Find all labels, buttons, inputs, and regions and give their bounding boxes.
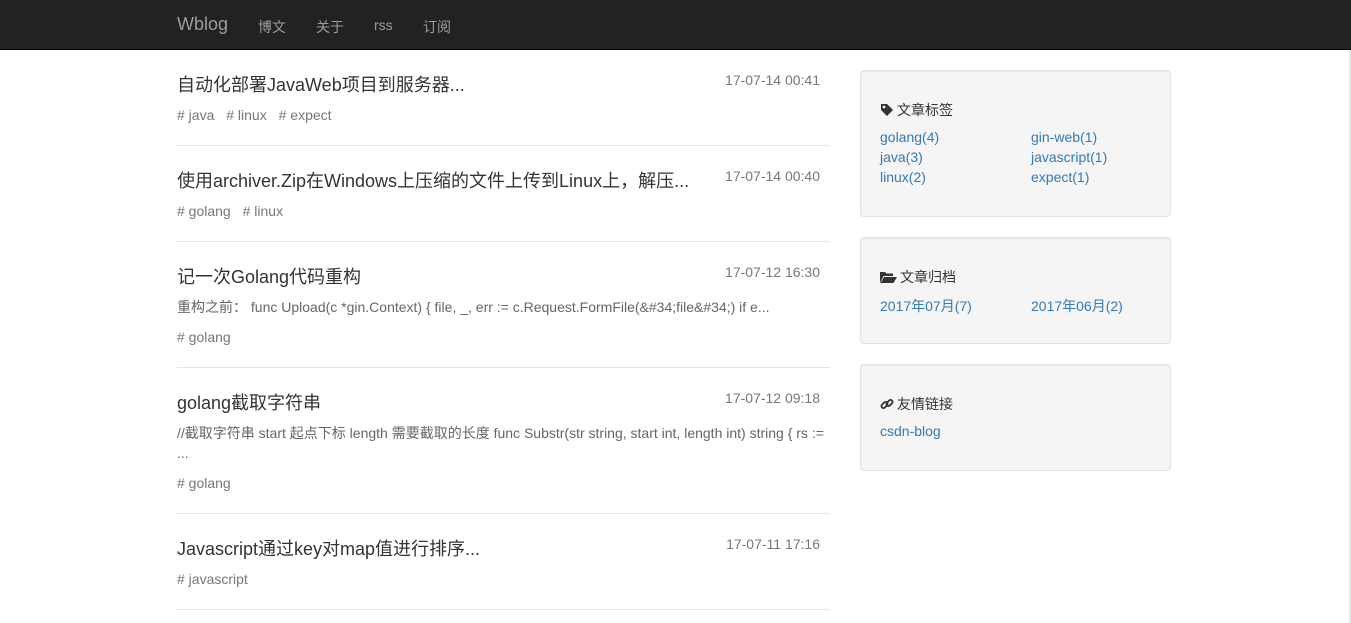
post-date: 17-07-11 17:16 [726, 536, 820, 552]
tag-cloud-link[interactable]: javascript(1) [1031, 149, 1107, 165]
tag-link[interactable]: # expect [279, 107, 332, 123]
post-tags: # golang [177, 329, 239, 345]
links-panel-heading: 友情链接 [880, 394, 953, 414]
tag-link[interactable]: # java [177, 107, 214, 123]
nav-link-about[interactable]: 关于 [316, 17, 344, 37]
tag-cloud-link[interactable]: gin-web(1) [1031, 129, 1097, 145]
post-title[interactable]: golang截取字符串 [177, 389, 321, 415]
post-title[interactable]: 使用archiver.Zip在Windows上压缩的文件上传到Linux上，解压… [177, 167, 689, 193]
tags-panel-title: 文章标签 [897, 102, 953, 118]
post-excerpt: 重构之前： func Upload(c *gin.Context) { file… [177, 299, 770, 315]
post-item: 使用archiver.Zip在Windows上压缩的文件上传到Linux上，解压… [177, 146, 830, 242]
post-tags: # javascript [177, 571, 256, 587]
nav-link-rss[interactable]: rss [374, 17, 393, 33]
post-tags: # java # linux # expect [177, 107, 340, 123]
tag-icon [881, 104, 893, 116]
links-panel: 友情链接 csdn-blog [860, 364, 1171, 471]
post-tags: # golang [177, 475, 239, 491]
archive-panel-title: 文章归档 [900, 269, 956, 285]
tag-link[interactable]: # golang [177, 329, 231, 345]
nav-link-subscribe[interactable]: 订阅 [423, 17, 451, 37]
tag-link[interactable]: # linux [243, 203, 283, 219]
archive-panel-heading: 文章归档 [880, 267, 956, 287]
post-tags: # golang # linux [177, 203, 291, 219]
archive-link[interactable]: 2017年07月(7) [880, 296, 972, 316]
tag-link[interactable]: # golang [177, 203, 231, 219]
friend-link[interactable]: csdn-blog [880, 423, 941, 439]
post-title[interactable]: Javascript通过key对map值进行排序... [177, 535, 480, 561]
tags-panel-heading: 文章标签 [880, 100, 953, 120]
post-date: 17-07-14 00:40 [725, 168, 820, 184]
post-item: 记一次Golang代码重构 17-07-12 16:30 重构之前： func … [177, 242, 830, 368]
nav-link-posts[interactable]: 博文 [258, 17, 286, 37]
post-item: golang截取字符串 17-07-12 09:18 //截取字符串 start… [177, 368, 830, 514]
post-title[interactable]: 记一次Golang代码重构 [177, 263, 361, 289]
post-date: 17-07-12 09:18 [725, 390, 820, 406]
archive-link[interactable]: 2017年06月(2) [1031, 296, 1123, 316]
post-date: 17-07-14 00:41 [725, 72, 820, 88]
post-excerpt: //截取字符串 start 起点下标 length 需要截取的长度 func S… [177, 425, 824, 461]
tag-cloud-link[interactable]: expect(1) [1031, 169, 1089, 185]
tag-link[interactable]: # javascript [177, 571, 248, 587]
navbar: Wblog 博文 关于 rss 订阅 [0, 0, 1351, 50]
post-list: 自动化部署JavaWeb项目到服务器... 17-07-14 00:41 # j… [177, 50, 830, 610]
link-icon [880, 399, 894, 409]
tag-cloud-link[interactable]: golang(4) [880, 129, 939, 145]
post-item: 自动化部署JavaWeb项目到服务器... 17-07-14 00:41 # j… [177, 50, 830, 146]
archive-panel: 文章归档 2017年07月(7) 2017年06月(2) [860, 237, 1171, 344]
tag-cloud-link[interactable]: linux(2) [880, 169, 926, 185]
folder-open-icon [880, 272, 897, 283]
post-date: 17-07-12 16:30 [725, 264, 820, 280]
post-title[interactable]: 自动化部署JavaWeb项目到服务器... [177, 71, 465, 97]
brand-link[interactable]: Wblog [177, 14, 228, 35]
post-item: Javascript通过key对map值进行排序... 17-07-11 17:… [177, 514, 830, 610]
tag-link[interactable]: # linux [226, 107, 266, 123]
tags-panel: 文章标签 golang(4) gin-web(1) java(3) javasc… [860, 70, 1171, 217]
tag-link[interactable]: # golang [177, 475, 231, 491]
tag-cloud-link[interactable]: java(3) [880, 149, 923, 165]
links-panel-title: 友情链接 [897, 396, 953, 412]
